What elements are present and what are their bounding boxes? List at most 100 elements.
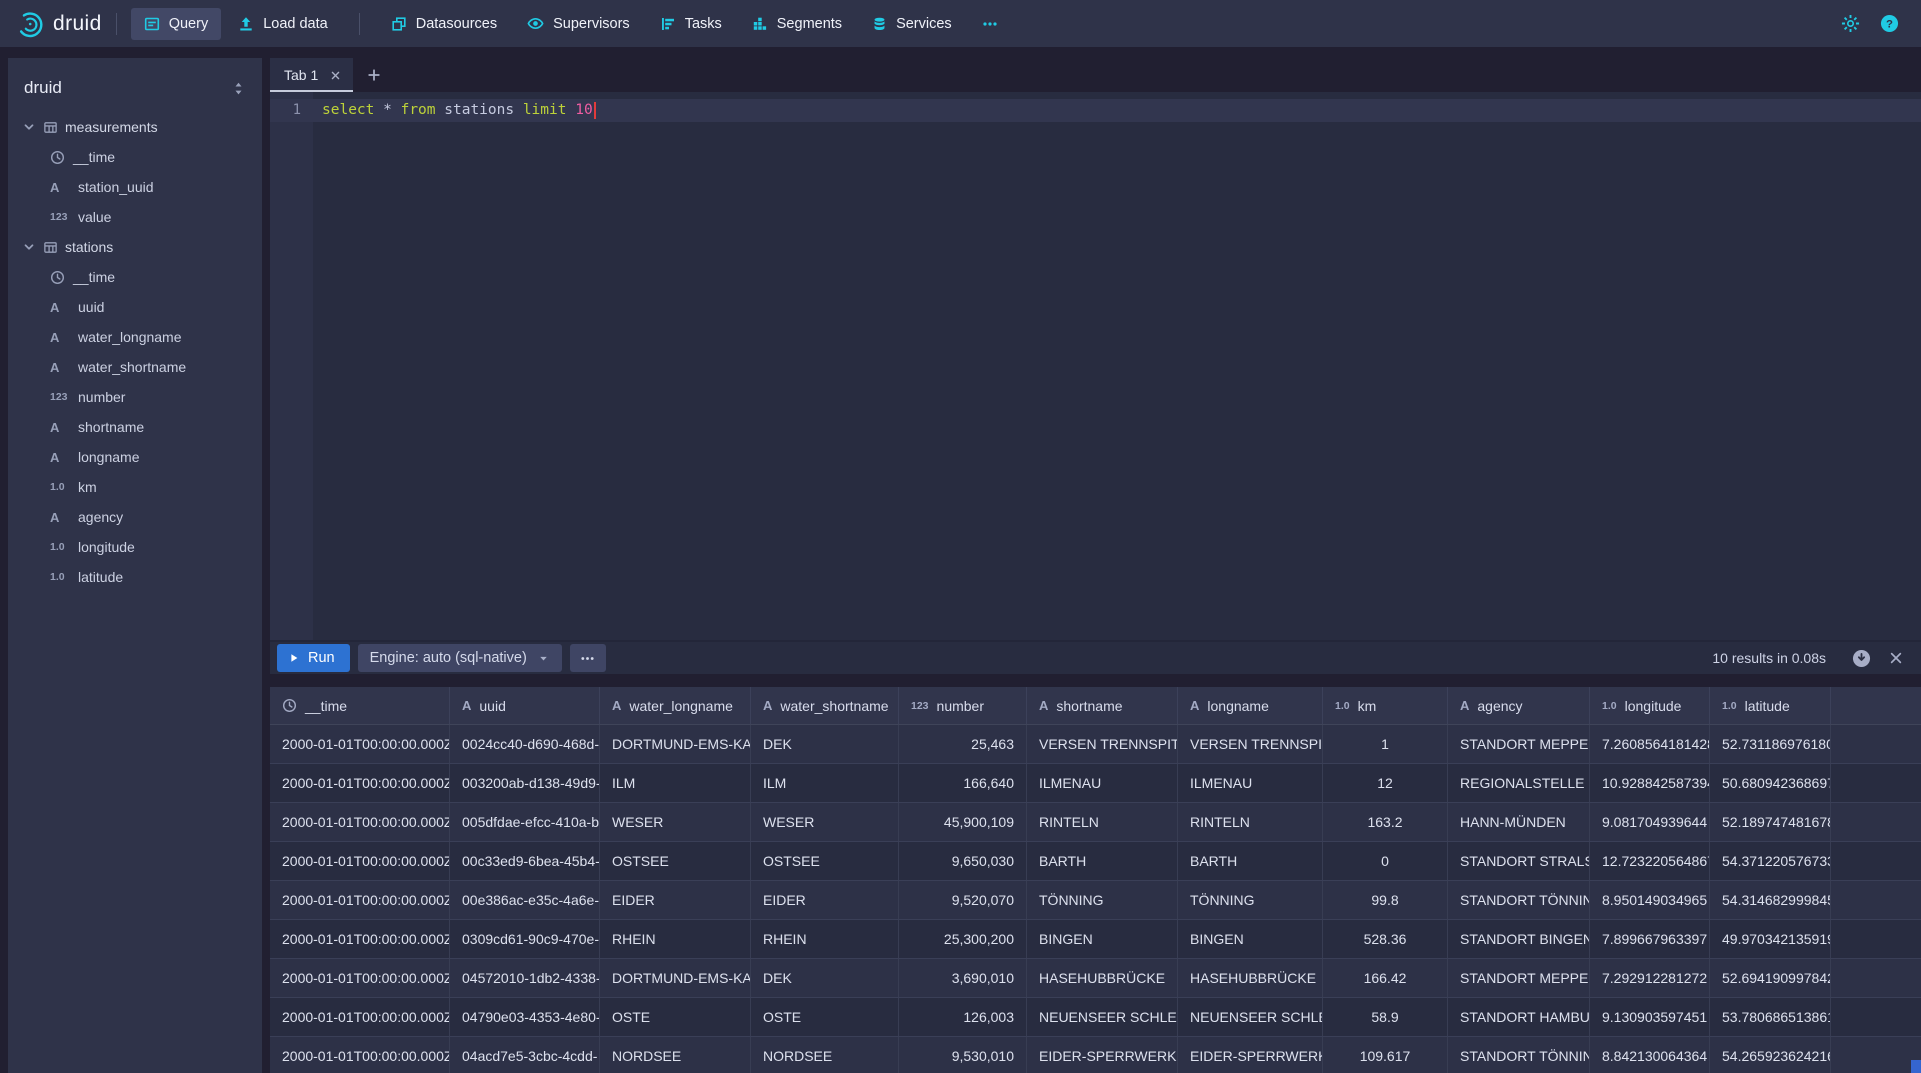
tree-table-stations[interactable]: stations <box>8 232 262 262</box>
tree-column-longname[interactable]: Alongname <box>8 442 262 472</box>
column-header-longname[interactable]: Alongname <box>1178 687 1323 724</box>
column-header-water-shortname[interactable]: Awater_shortname <box>751 687 899 724</box>
table-cell-longitude[interactable]: 9.081704939644 <box>1590 803 1710 841</box>
column-header--time[interactable]: __time <box>270 687 450 724</box>
table-cell--time[interactable]: 2000-01-01T00:00:00.000Z <box>270 998 450 1036</box>
nav-item-datasources[interactable]: Datasources <box>378 8 510 40</box>
table-cell-km[interactable]: 166.42 <box>1323 959 1448 997</box>
druid-logo[interactable]: druid <box>16 10 102 38</box>
column-header-latitude[interactable]: 1.0latitude <box>1710 687 1831 724</box>
table-cell-water-shortname[interactable]: DEK <box>751 959 899 997</box>
tree-column-value[interactable]: 123value <box>8 202 262 232</box>
tree-column-longitude[interactable]: 1.0longitude <box>8 532 262 562</box>
table-cell-longname[interactable]: VERSEN TRENNSPITZE <box>1178 725 1323 763</box>
table-cell-shortname[interactable]: BINGEN <box>1027 920 1178 958</box>
tree-column-water-longname[interactable]: Awater_longname <box>8 322 262 352</box>
table-cell-uuid[interactable]: 04572010-1db2-4338- <box>450 959 600 997</box>
table-cell-water-longname[interactable]: OSTSEE <box>600 842 751 880</box>
sort-columns-icon[interactable] <box>231 81 246 96</box>
tree-column-station-uuid[interactable]: Astation_uuid <box>8 172 262 202</box>
table-cell-water-shortname[interactable]: OSTSEE <box>751 842 899 880</box>
gear-icon[interactable] <box>1841 14 1860 33</box>
nav-item-tasks[interactable]: Tasks <box>647 8 735 40</box>
table-cell-longitude[interactable]: 8.950149034965 <box>1590 881 1710 919</box>
table-cell-longname[interactable]: NEUENSEER SCHLEUS <box>1178 998 1323 1036</box>
run-button[interactable]: Run <box>277 644 350 672</box>
table-cell-shortname[interactable]: EIDER-SPERRWERK AP <box>1027 1037 1178 1073</box>
table-cell-latitude[interactable]: 49.970342135919 <box>1710 920 1831 958</box>
table-cell-shortname[interactable]: ILMENAU <box>1027 764 1178 802</box>
nav-item-load-data[interactable]: Load data <box>225 8 341 40</box>
tree-column-latitude[interactable]: 1.0latitude <box>8 562 262 592</box>
download-icon[interactable] <box>1852 649 1871 668</box>
table-cell-water-longname[interactable]: OSTE <box>600 998 751 1036</box>
table-cell-shortname[interactable]: BARTH <box>1027 842 1178 880</box>
table-cell-longname[interactable]: RINTELN <box>1178 803 1323 841</box>
table-cell-number[interactable]: 3,690,010 <box>899 959 1027 997</box>
column-header-longitude[interactable]: 1.0longitude <box>1590 687 1710 724</box>
table-cell-km[interactable]: 12 <box>1323 764 1448 802</box>
table-cell-uuid[interactable]: 04acd7e5-3cbc-4cdd- <box>450 1037 600 1073</box>
add-tab-button[interactable] <box>353 58 395 92</box>
table-cell-longitude[interactable]: 7.899667963397 <box>1590 920 1710 958</box>
table-cell-uuid[interactable]: 0309cd61-90c9-470e- <box>450 920 600 958</box>
table-cell-latitude[interactable]: 54.265923624216 <box>1710 1037 1831 1073</box>
table-cell-number[interactable]: 45,900,109 <box>899 803 1027 841</box>
table-cell-uuid[interactable]: 003200ab-d138-49d9- <box>450 764 600 802</box>
table-cell-water-longname[interactable]: DORTMUND-EMS-KANAL <box>600 725 751 763</box>
table-cell-shortname[interactable]: NEUENSEER SCHLEUS <box>1027 998 1178 1036</box>
table-cell--time[interactable]: 2000-01-01T00:00:00.000Z <box>270 920 450 958</box>
table-cell-longitude[interactable]: 9.130903597451 <box>1590 998 1710 1036</box>
scrollbar-thumb[interactable] <box>1911 1060 1921 1073</box>
table-cell--time[interactable]: 2000-01-01T00:00:00.000Z <box>270 1037 450 1073</box>
table-cell-water-shortname[interactable]: DEK <box>751 725 899 763</box>
engine-select[interactable]: Engine: auto (sql-native) <box>358 644 562 672</box>
table-cell-agency[interactable]: HANN-MÜNDEN <box>1448 803 1590 841</box>
table-cell-km[interactable]: 109.617 <box>1323 1037 1448 1073</box>
sql-editor[interactable]: 1 select * from stations limit 10 <box>270 92 1921 640</box>
close-results-icon[interactable] <box>1889 651 1903 665</box>
nav-item-supervisors[interactable]: Supervisors <box>514 7 643 40</box>
column-header-water-longname[interactable]: Awater_longname <box>600 687 751 724</box>
tree-column-number[interactable]: 123number <box>8 382 262 412</box>
table-cell-number[interactable]: 25,463 <box>899 725 1027 763</box>
table-cell-latitude[interactable]: 53.780686513861 <box>1710 998 1831 1036</box>
table-cell--time[interactable]: 2000-01-01T00:00:00.000Z <box>270 842 450 880</box>
table-cell-uuid[interactable]: 0024cc40-d690-468d- <box>450 725 600 763</box>
nav-item-query[interactable]: Query <box>131 8 222 40</box>
table-cell-water-shortname[interactable]: ILM <box>751 764 899 802</box>
table-cell-uuid[interactable]: 00e386ac-e35c-4a6e- <box>450 881 600 919</box>
table-cell-shortname[interactable]: RINTELN <box>1027 803 1178 841</box>
table-cell-number[interactable]: 25,300,200 <box>899 920 1027 958</box>
column-header-shortname[interactable]: Ashortname <box>1027 687 1178 724</box>
table-cell-latitude[interactable]: 54.371220576733 <box>1710 842 1831 880</box>
table-cell-longname[interactable]: BINGEN <box>1178 920 1323 958</box>
table-cell-number[interactable]: 9,530,010 <box>899 1037 1027 1073</box>
table-cell-latitude[interactable]: 52.694190997842 <box>1710 959 1831 997</box>
table-cell-water-longname[interactable]: DORTMUND-EMS-KANAL <box>600 959 751 997</box>
table-cell-agency[interactable]: REGIONALSTELLE SUH <box>1448 764 1590 802</box>
nav-item-more[interactable] <box>969 8 1011 40</box>
table-cell-longitude[interactable]: 7.292912281272 <box>1590 959 1710 997</box>
table-cell-longname[interactable]: TÖNNING <box>1178 881 1323 919</box>
table-cell-number[interactable]: 126,003 <box>899 998 1027 1036</box>
table-cell-latitude[interactable]: 50.680942368697 <box>1710 764 1831 802</box>
table-cell-water-shortname[interactable]: EIDER <box>751 881 899 919</box>
table-cell-water-longname[interactable]: ILM <box>600 764 751 802</box>
table-cell-latitude[interactable]: 52.189747481678 <box>1710 803 1831 841</box>
table-cell-water-longname[interactable]: WESER <box>600 803 751 841</box>
table-cell-agency[interactable]: STANDORT STRALSUN <box>1448 842 1590 880</box>
tree-column-uuid[interactable]: Auuid <box>8 292 262 322</box>
table-cell--time[interactable]: 2000-01-01T00:00:00.000Z <box>270 803 450 841</box>
table-cell-number[interactable]: 166,640 <box>899 764 1027 802</box>
help-icon[interactable]: ? <box>1880 14 1899 33</box>
table-cell-agency[interactable]: STANDORT HAMBURG <box>1448 998 1590 1036</box>
table-cell-uuid[interactable]: 00c33ed9-6bea-45b4- <box>450 842 600 880</box>
table-cell-agency[interactable]: STANDORT MEPPEN <box>1448 959 1590 997</box>
table-cell-water-longname[interactable]: RHEIN <box>600 920 751 958</box>
table-cell-agency[interactable]: STANDORT TÖNNING <box>1448 881 1590 919</box>
tree-column-shortname[interactable]: Ashortname <box>8 412 262 442</box>
table-cell-uuid[interactable]: 04790e03-4353-4e80- <box>450 998 600 1036</box>
table-cell-shortname[interactable]: HASEHUBBRÜCKE <box>1027 959 1178 997</box>
table-cell--time[interactable]: 2000-01-01T00:00:00.000Z <box>270 764 450 802</box>
